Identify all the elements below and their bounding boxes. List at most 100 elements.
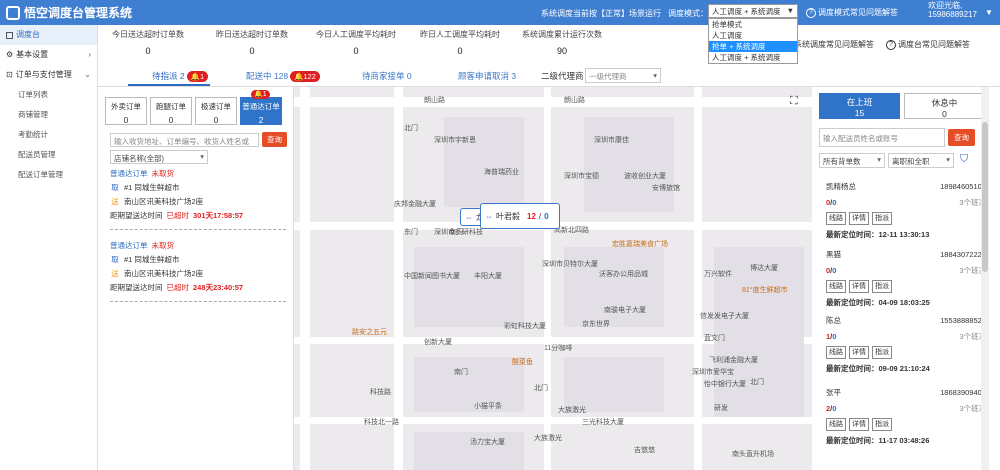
order-tab-errand[interactable]: 跑腿订单 0 bbox=[150, 97, 192, 125]
courier-name: 凯精杨总 bbox=[826, 182, 856, 191]
order-tab-takeout[interactable]: 外卖订单 0 bbox=[105, 97, 147, 125]
map-label: 庆邦金融大厦 bbox=[394, 201, 436, 208]
map-label: 万兴软件 bbox=[704, 271, 732, 278]
on-duty-tab[interactable]: 在上班 15 bbox=[819, 93, 900, 119]
map-label: 飞利浦金融大厦 bbox=[709, 357, 758, 364]
deliver-icon: 送 bbox=[111, 269, 119, 278]
map-label: 北门 bbox=[534, 385, 548, 392]
fullscreen-icon[interactable]: ⛶ bbox=[790, 95, 798, 108]
off-duty-tab[interactable]: 休息中 0 bbox=[904, 93, 985, 119]
order-shop: #1 同城生鲜超市 bbox=[124, 183, 180, 192]
sidebar-item-dispatch[interactable]: 调度台 bbox=[0, 25, 97, 45]
sidebar-subitem-attendance[interactable]: 考勤统计 bbox=[0, 125, 97, 145]
map-label: 科技北一路 bbox=[364, 419, 399, 426]
sidebar-subitem-delivery-orders[interactable]: 配送订单管理 bbox=[0, 165, 97, 185]
map-label: 深圳市宝德 bbox=[564, 173, 599, 180]
stat-value: 0 bbox=[249, 46, 255, 56]
courier-card[interactable]: 黑猫 18843072220 0/0 3个班次 线路 详情 指派 最新定位时间：04-09 1… bbox=[826, 249, 986, 308]
sidebar-item-orders[interactable]: ⊡ 订单与支付管理 ⌄ bbox=[0, 65, 97, 85]
chevron-down-icon: ▾ bbox=[877, 155, 881, 164]
user-greeting: 欢迎光临, bbox=[928, 1, 963, 10]
mode-option[interactable]: 抢单 + 系统调度 bbox=[709, 41, 797, 52]
order-count-select[interactable]: 所有背单数 ▾ bbox=[819, 153, 885, 168]
route-button[interactable]: 线路 bbox=[826, 212, 846, 225]
map-label: 南骏电子大厦 bbox=[604, 307, 646, 314]
detail-button[interactable]: 详情 bbox=[849, 212, 869, 225]
courier-search-input[interactable]: 输入配送员姓名或账号 bbox=[819, 128, 945, 147]
order-card[interactable]: 普通达订单 未取货 取 #1 同城生鲜超市 送南山区讯美科技广场2座 距期望送达时间… bbox=[110, 167, 286, 230]
map-label: 蓝文门 bbox=[704, 335, 725, 342]
order-status: 未取货 bbox=[151, 241, 175, 250]
cart-icon: ⊡ bbox=[6, 70, 13, 79]
user-menu[interactable]: 欢迎光临, 15986889217 bbox=[928, 1, 977, 19]
tab-label: 配送中 128 bbox=[246, 71, 289, 81]
route-button[interactable]: 线路 bbox=[826, 346, 846, 359]
store-select[interactable]: 店铺名称(全部) ▾ bbox=[110, 150, 208, 164]
badge-count: 1 bbox=[199, 72, 205, 81]
mode-dropdown[interactable]: 抢单模式 人工调度 抢单 + 系统调度 人工调度 + 系统调度 bbox=[708, 18, 798, 64]
courier-card[interactable]: 凯精杨总 18984605108 0/0 3个班次 线路 详情 指派 最新定位时间：12-11… bbox=[826, 181, 986, 240]
dispatch-faq-link[interactable]: ? 调度台常见问题解答 bbox=[886, 39, 970, 50]
order-tab-express[interactable]: 极速订单 0 bbox=[195, 97, 237, 125]
top-bar: 悟空调度台管理系统 系统调度当前按【正常】场景运行 调度模式： 人工调度 + 系… bbox=[0, 0, 1000, 25]
mode-option[interactable]: 抢单模式 bbox=[709, 19, 797, 30]
map-label: 中国新闻图书大厦 bbox=[404, 273, 460, 280]
scrollbar-thumb[interactable] bbox=[982, 122, 988, 272]
stat-system-runs: 系统调度累计运行次数 90 bbox=[512, 29, 612, 56]
filter-icon[interactable]: ⛉ bbox=[960, 153, 968, 166]
agent-select[interactable]: 一级代理商 ▾ bbox=[585, 68, 661, 83]
tab-delivering[interactable]: 配送中 128 🔔122 bbox=[246, 70, 320, 82]
mode-option[interactable]: 人工调度 bbox=[709, 30, 797, 41]
mode-value: 人工调度 + 系统调度 bbox=[712, 7, 781, 16]
assign-button[interactable]: 指派 bbox=[872, 418, 892, 431]
status-tabs: 待指派 2 🔔1 配送中 128 🔔122 待商家接单 0 顾客申请取消 3 二级代… bbox=[98, 65, 1000, 87]
location-time: 04-09 18:03:25 bbox=[878, 298, 930, 307]
courier-search-button[interactable]: 查询 bbox=[948, 129, 975, 146]
chevron-down-icon: ▾ bbox=[200, 152, 204, 161]
sidebar-subitem-courier-manage[interactable]: 配送员管理 bbox=[0, 145, 97, 165]
rider-marker[interactable]: ⇔ 叶君毅 12/0 bbox=[480, 203, 560, 229]
stat-yesterday-manual-time: 昨日人工调度平均耗时 0 bbox=[410, 29, 510, 56]
chevron-down-icon: ▾ bbox=[946, 155, 950, 164]
courier-order-count: 1/0 bbox=[826, 332, 837, 341]
order-search-row: 输入收货地址、订单编号、收货人姓名或 查询 bbox=[110, 132, 287, 147]
tab-pending[interactable]: 待指派 2 🔔1 bbox=[152, 70, 209, 82]
tab-merchant-accept[interactable]: 待商家接单 0 bbox=[362, 70, 412, 82]
detail-button[interactable]: 详情 bbox=[849, 280, 869, 293]
chevron-down-icon[interactable]: ▼ bbox=[985, 8, 993, 17]
bell-badge: 🔔1 bbox=[186, 71, 209, 82]
route-button[interactable]: 线路 bbox=[826, 280, 846, 293]
courier-card[interactable]: 张平 18683909407 2/0 3个班次 线路 详情 指派 最新定位时间：11-17 0… bbox=[826, 387, 986, 446]
order-type[interactable]: 普通达订单 bbox=[110, 167, 148, 181]
order-search-input[interactable]: 输入收货地址、订单编号、收货人姓名或 bbox=[110, 132, 259, 147]
scrollbar[interactable] bbox=[981, 87, 989, 470]
chevron-down-icon: ⌄ bbox=[84, 70, 91, 79]
monitor-icon bbox=[6, 31, 13, 39]
assign-button[interactable]: 指派 bbox=[872, 212, 892, 225]
map-view[interactable]: 朗山路 朗山路 北门 深圳市宇新恩 深圳市康佳 海普瑞药业 深圳市宝德 波收创业大厦 安博旅馆庆… bbox=[294, 87, 812, 470]
route-button[interactable]: 线路 bbox=[826, 418, 846, 431]
assign-button[interactable]: 指派 bbox=[872, 280, 892, 293]
detail-button[interactable]: 详情 bbox=[849, 418, 869, 431]
gear-icon: ⚙ bbox=[6, 50, 14, 59]
order-search-button[interactable]: 查询 bbox=[262, 132, 287, 147]
detail-button[interactable]: 详情 bbox=[849, 346, 869, 359]
pickup-icon: 取 bbox=[111, 255, 119, 264]
mode-faq-link[interactable]: ? 调度模式常见问题解答 bbox=[806, 7, 898, 18]
mode-select[interactable]: 人工调度 + 系统调度 ▼ bbox=[708, 4, 798, 18]
courier-name: 黑猫 bbox=[826, 250, 841, 259]
order-type[interactable]: 普通达订单 bbox=[110, 239, 148, 253]
sidebar-item-settings[interactable]: ⚙ 基本设置 › bbox=[0, 45, 97, 65]
order-tab-normal[interactable]: 🔔1 普通达订单 2 bbox=[240, 90, 282, 125]
employment-select[interactable]: 离职和全职 ▾ bbox=[888, 153, 954, 168]
assign-button[interactable]: 指派 bbox=[872, 346, 892, 359]
courier-card[interactable]: 陈总 15538888520 1/0 3个班次 线路 详情 指派 最新定位时间：09-09 2… bbox=[826, 315, 986, 374]
order-card[interactable]: 普通达订单 未取货 取 #1 同城生鲜超市 送南山区讯美科技广场2座 距期望送达时间… bbox=[110, 239, 286, 302]
sidebar-subitem-order-list[interactable]: 订单列表 bbox=[0, 85, 97, 105]
map-label: 酸菜鱼 bbox=[512, 359, 533, 366]
mode-option[interactable]: 人工调度 + 系统调度 bbox=[709, 52, 797, 63]
courier-phone: 18984605108 bbox=[940, 182, 986, 191]
courier-order-count: 2/0 bbox=[826, 404, 837, 413]
sidebar-subitem-shop-manage[interactable]: 商铺管理 bbox=[0, 105, 97, 125]
tab-customer-cancel[interactable]: 顾客申请取消 3 bbox=[458, 70, 516, 82]
